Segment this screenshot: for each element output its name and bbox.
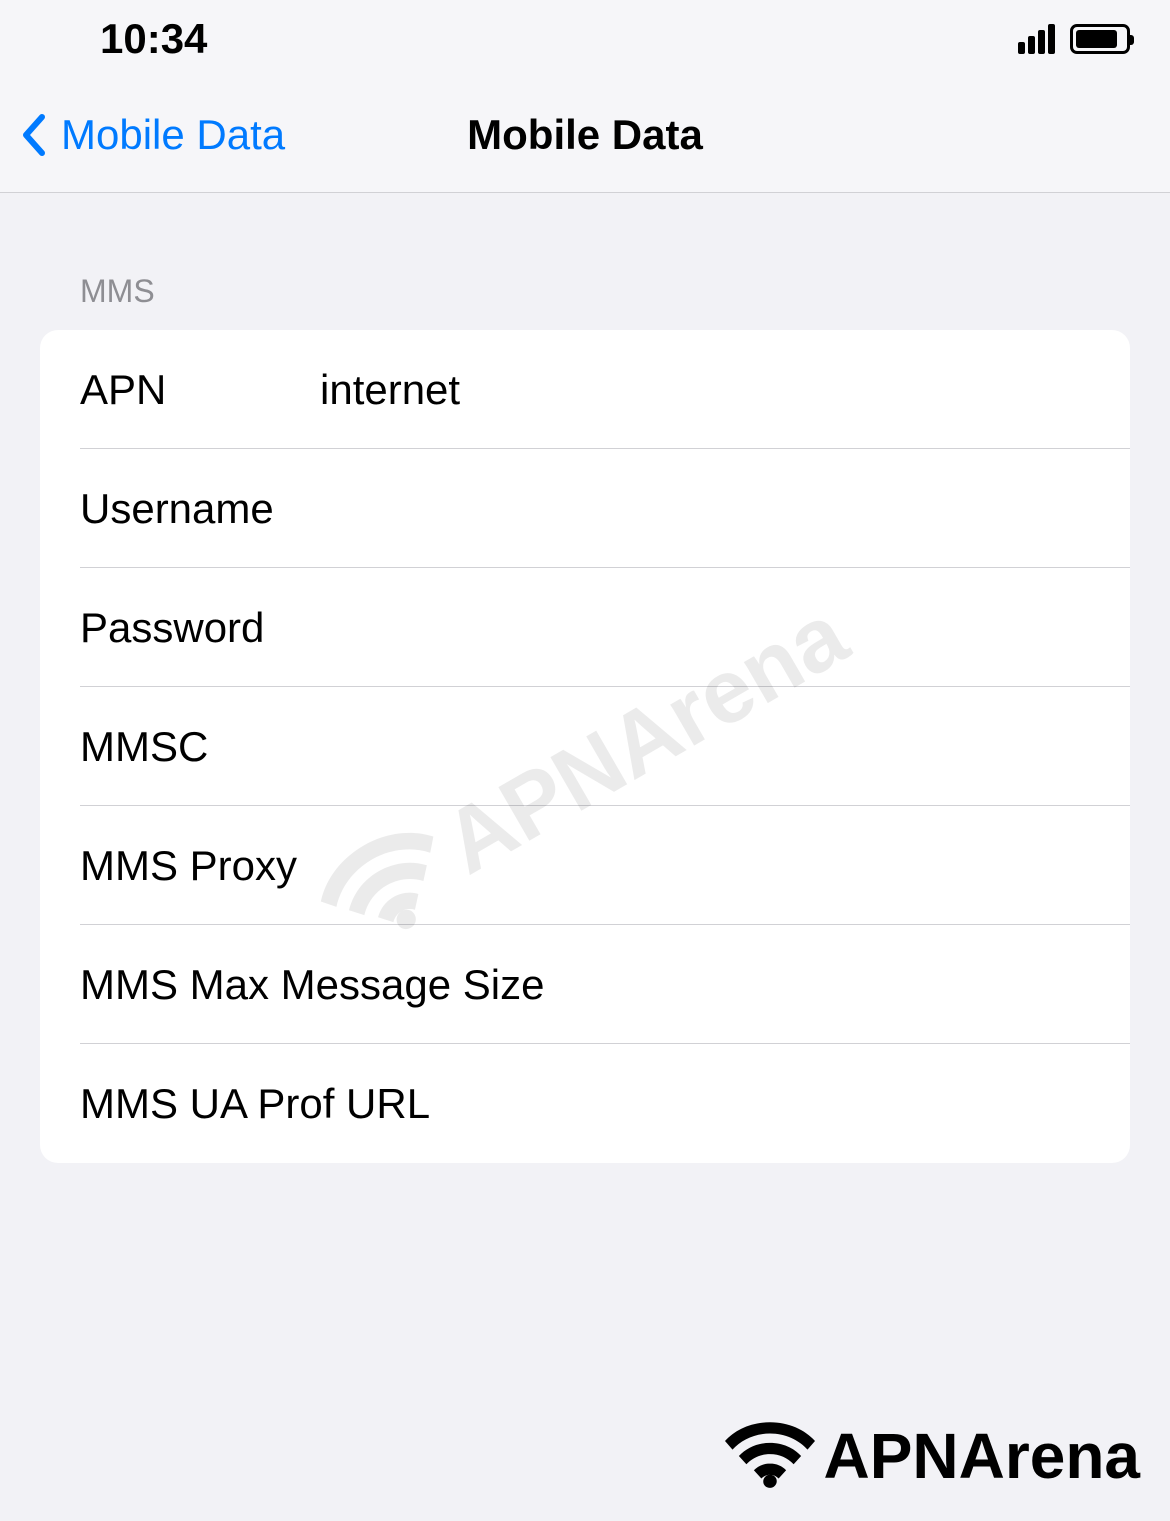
footer-logo-text: APNArena: [823, 1419, 1140, 1493]
status-time: 10:34: [100, 15, 207, 63]
status-indicators: [1018, 24, 1130, 54]
row-label: APN: [80, 366, 320, 414]
cellular-signal-icon: [1018, 24, 1055, 54]
row-mms-proxy[interactable]: MMS Proxy: [40, 806, 1130, 925]
back-label: Mobile Data: [61, 111, 285, 159]
back-button[interactable]: Mobile Data: [0, 111, 285, 159]
row-username[interactable]: Username: [40, 449, 1130, 568]
row-label: MMS Proxy: [80, 842, 320, 890]
row-label: MMS UA Prof URL: [80, 1080, 430, 1128]
navigation-bar: Mobile Data Mobile Data: [0, 78, 1170, 193]
page-title: Mobile Data: [467, 111, 703, 159]
row-password[interactable]: Password: [40, 568, 1130, 687]
wifi-icon: [725, 1411, 815, 1501]
content-area: MMS APN internet Username Password MMSC …: [0, 193, 1170, 1163]
row-label: MMSC: [80, 723, 320, 771]
row-label: Username: [80, 485, 320, 533]
row-mms-max-message-size[interactable]: MMS Max Message Size: [40, 925, 1130, 1044]
row-label: MMS Max Message Size: [80, 961, 544, 1009]
row-value[interactable]: internet: [320, 366, 1090, 414]
row-apn[interactable]: APN internet: [40, 330, 1130, 449]
section-header-mms: MMS: [40, 193, 1130, 330]
status-bar: 10:34: [0, 0, 1170, 78]
battery-icon: [1070, 24, 1130, 54]
footer-logo: APNArena: [725, 1411, 1140, 1501]
chevron-left-icon: [20, 113, 46, 157]
row-mms-ua-prof-url[interactable]: MMS UA Prof URL: [40, 1044, 1130, 1163]
row-label: Password: [80, 604, 320, 652]
settings-group-mms: APN internet Username Password MMSC MMS …: [40, 330, 1130, 1163]
row-mmsc[interactable]: MMSC: [40, 687, 1130, 806]
